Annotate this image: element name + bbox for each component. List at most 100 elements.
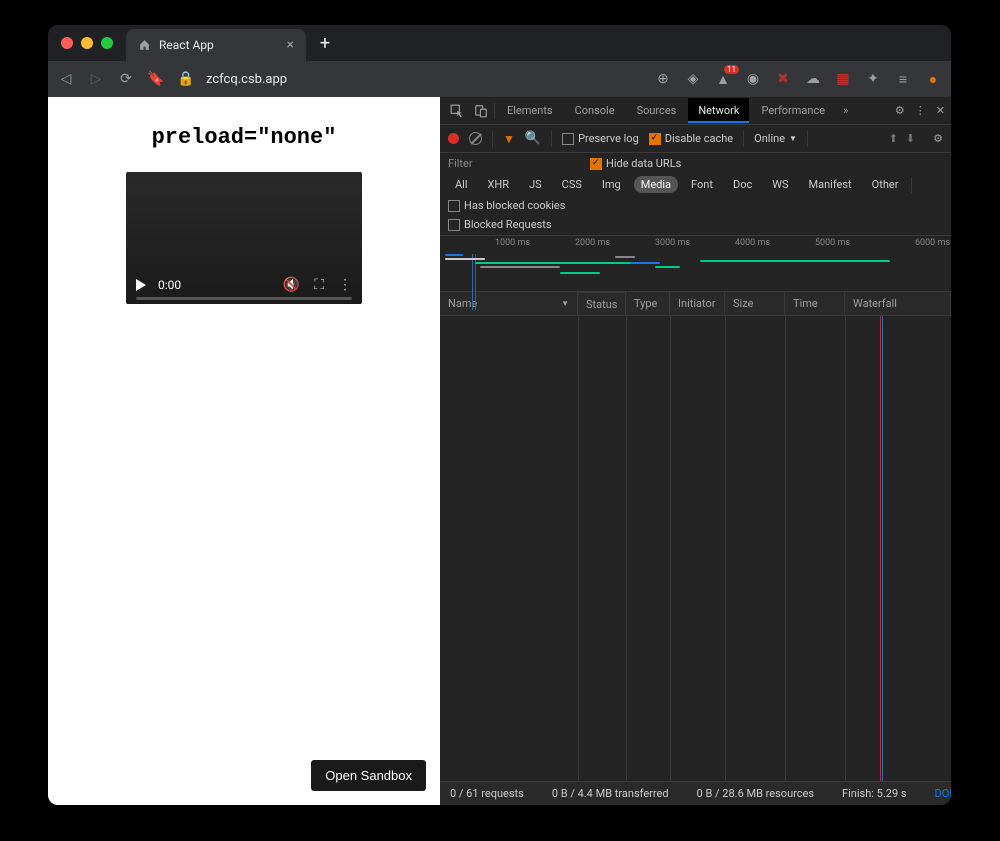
mute-icon[interactable]: 🔇 bbox=[283, 277, 300, 293]
preserve-log-checkbox[interactable]: Preserve log bbox=[562, 132, 639, 145]
blocked-requests-checkbox[interactable]: Blocked Requests bbox=[448, 218, 552, 231]
col-name[interactable]: Name▼ bbox=[440, 292, 578, 315]
timeline-overview[interactable]: 1000 ms 2000 ms 3000 ms 4000 ms 5000 ms … bbox=[440, 236, 951, 292]
status-resources: 0 B / 28.6 MB resources bbox=[697, 787, 815, 800]
filter-manifest[interactable]: Manifest bbox=[802, 176, 859, 193]
shield-icon[interactable]: ◈ bbox=[683, 69, 703, 89]
devtools-panel: Elements Console Sources Network Perform… bbox=[440, 97, 951, 805]
content-area: preload="none" 0:00 🔇 ⛶ ⋮ Open Sandbox bbox=[48, 97, 951, 805]
column-divider bbox=[670, 316, 671, 781]
request-bar bbox=[655, 266, 680, 268]
column-divider bbox=[725, 316, 726, 781]
filter-all[interactable]: All bbox=[448, 176, 475, 193]
extension-icon-2[interactable]: ✖ bbox=[773, 69, 793, 89]
time-mark: 6000 ms bbox=[915, 238, 950, 248]
video-progress[interactable] bbox=[136, 297, 352, 300]
search-icon[interactable]: 🔍 bbox=[525, 131, 541, 146]
tab-performance[interactable]: Performance bbox=[751, 98, 835, 123]
video-time: 0:00 bbox=[158, 278, 181, 292]
upload-har-icon[interactable]: ⬆ bbox=[889, 132, 898, 145]
request-bar bbox=[700, 260, 890, 262]
filter-js[interactable]: JS bbox=[522, 176, 549, 193]
col-waterfall[interactable]: Waterfall bbox=[845, 292, 951, 315]
new-tab-button[interactable]: + bbox=[312, 30, 338, 56]
video-player[interactable]: 0:00 🔇 ⛶ ⋮ bbox=[126, 172, 362, 304]
tab-elements[interactable]: Elements bbox=[497, 98, 563, 123]
open-sandbox-button[interactable]: Open Sandbox bbox=[311, 760, 426, 791]
browser-window: React App × + ◁ ▷ ⟳ 🔖 🔒 zcfcq.csb.app ⊕ … bbox=[48, 25, 951, 805]
status-transferred: 0 B / 4.4 MB transferred bbox=[552, 787, 669, 800]
col-status[interactable]: Status bbox=[578, 292, 626, 315]
tab-favicon bbox=[138, 39, 151, 52]
extension-alert-icon[interactable]: ▲ bbox=[713, 69, 733, 89]
devtools-settings-icon[interactable]: ⚙ bbox=[895, 104, 905, 117]
column-divider bbox=[578, 316, 579, 781]
network-table-body bbox=[440, 316, 951, 781]
video-menu-icon[interactable]: ⋮ bbox=[338, 277, 352, 293]
play-icon[interactable] bbox=[136, 279, 146, 291]
extensions-puzzle-icon[interactable]: ✦ bbox=[863, 69, 883, 89]
extension-icon-3[interactable]: ☁ bbox=[803, 69, 823, 89]
network-status-bar: 0 / 61 requests 0 B / 4.4 MB transferred… bbox=[440, 781, 951, 805]
network-settings-icon[interactable]: ⚙ bbox=[933, 132, 943, 145]
request-bar bbox=[480, 266, 560, 268]
add-icon[interactable]: ⊕ bbox=[653, 69, 673, 89]
has-blocked-cookies-checkbox[interactable]: Has blocked cookies bbox=[448, 199, 565, 212]
filter-toggle-icon[interactable]: ▼ bbox=[503, 132, 515, 146]
clear-button[interactable] bbox=[469, 132, 482, 145]
column-divider bbox=[785, 316, 786, 781]
fullscreen-icon[interactable]: ⛶ bbox=[314, 277, 324, 293]
time-mark: 4000 ms bbox=[735, 238, 770, 248]
tab-console[interactable]: Console bbox=[565, 98, 625, 123]
col-size[interactable]: Size bbox=[725, 292, 785, 315]
minimize-window-button[interactable] bbox=[81, 37, 93, 49]
extension-icon-1[interactable]: ◉ bbox=[743, 69, 763, 89]
tab-close-icon[interactable]: × bbox=[287, 37, 294, 53]
col-type[interactable]: Type bbox=[626, 292, 670, 315]
tabs-overflow-icon[interactable]: » bbox=[837, 104, 854, 117]
col-time[interactable]: Time bbox=[785, 292, 845, 315]
inspect-element-icon[interactable] bbox=[446, 104, 468, 118]
hide-data-urls-checkbox[interactable]: Hide data URLs bbox=[590, 157, 681, 170]
profile-icon[interactable]: ● bbox=[923, 69, 943, 89]
filter-doc[interactable]: Doc bbox=[726, 176, 759, 193]
domcontent-event-line bbox=[882, 316, 883, 781]
back-button[interactable]: ◁ bbox=[56, 69, 76, 89]
chevron-down-icon: ▼ bbox=[789, 134, 797, 143]
filter-media[interactable]: Media bbox=[634, 176, 678, 193]
domcontentloaded-line bbox=[472, 254, 473, 310]
forward-button[interactable]: ▷ bbox=[86, 69, 106, 89]
video-controls: 0:00 🔇 ⛶ ⋮ bbox=[126, 266, 362, 304]
download-har-icon[interactable]: ⬇ bbox=[906, 132, 915, 145]
maximize-window-button[interactable] bbox=[101, 37, 113, 49]
time-mark: 5000 ms bbox=[815, 238, 850, 248]
filter-css[interactable]: CSS bbox=[555, 176, 589, 193]
devtools-close-icon[interactable]: ✕ bbox=[936, 104, 945, 117]
reload-button[interactable]: ⟳ bbox=[116, 69, 136, 89]
filter-other[interactable]: Other bbox=[865, 176, 906, 193]
bookmark-icon[interactable]: 🔖 bbox=[146, 69, 166, 89]
tab-sources[interactable]: Sources bbox=[627, 98, 687, 123]
tab-network[interactable]: Network bbox=[688, 98, 749, 123]
filter-xhr[interactable]: XHR bbox=[481, 176, 517, 193]
device-toggle-icon[interactable] bbox=[470, 104, 492, 118]
col-initiator[interactable]: Initiator bbox=[670, 292, 725, 315]
disable-cache-checkbox[interactable]: Disable cache bbox=[649, 132, 733, 145]
filter-img[interactable]: Img bbox=[595, 176, 628, 193]
page-heading: preload="none" bbox=[152, 125, 337, 150]
extension-icon-4[interactable]: ▦ bbox=[833, 69, 853, 89]
devtools-menu-icon[interactable]: ⋮ bbox=[915, 104, 926, 117]
titlebar: React App × + bbox=[48, 25, 951, 61]
playlist-icon[interactable]: ≡ bbox=[893, 69, 913, 89]
sort-icon: ▼ bbox=[561, 299, 569, 308]
url-text[interactable]: zcfcq.csb.app bbox=[206, 72, 287, 87]
status-finish: Finish: 5.29 s bbox=[842, 787, 907, 800]
browser-tab[interactable]: React App × bbox=[126, 29, 306, 61]
throttling-select[interactable]: Online ▼ bbox=[754, 132, 797, 145]
record-button[interactable] bbox=[448, 133, 459, 144]
filter-font[interactable]: Font bbox=[684, 176, 720, 193]
close-window-button[interactable] bbox=[61, 37, 73, 49]
filter-ws[interactable]: WS bbox=[765, 176, 795, 193]
page-viewport: preload="none" 0:00 🔇 ⛶ ⋮ Open Sandbox bbox=[48, 97, 440, 805]
filter-input[interactable]: Filter bbox=[448, 157, 578, 170]
